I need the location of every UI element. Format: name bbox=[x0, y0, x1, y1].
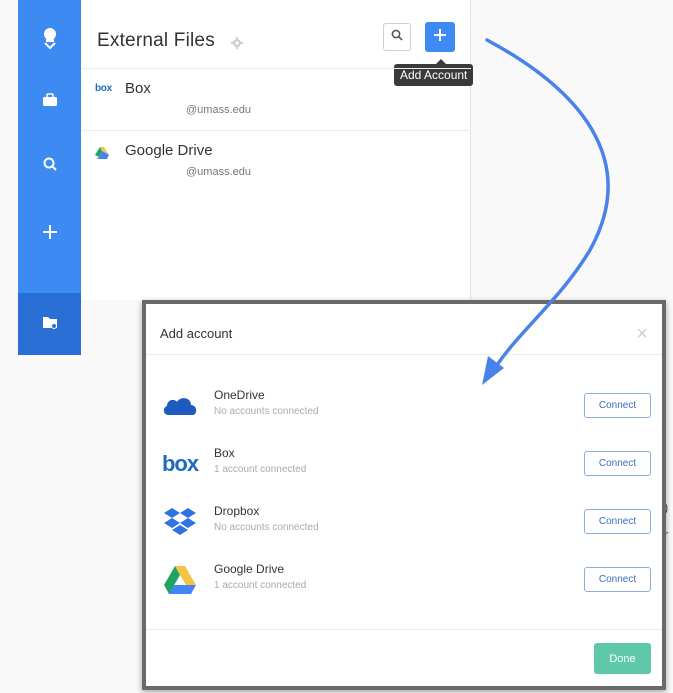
external-files-panel: External Files Add Account box Box @umas… bbox=[81, 0, 474, 300]
divider bbox=[146, 354, 662, 355]
gear-icon[interactable] bbox=[231, 36, 243, 54]
account-status: No accounts connected bbox=[214, 406, 319, 417]
connect-onedrive-button[interactable]: Connect bbox=[584, 393, 651, 418]
sidebar-search-button[interactable] bbox=[18, 146, 81, 186]
account-status: 1 account connected bbox=[214, 580, 307, 591]
account-status: No accounts connected bbox=[214, 522, 319, 533]
screenshot-stage: External Files Add Account box Box @umas… bbox=[0, 0, 673, 693]
account-name: OneDrive bbox=[214, 388, 265, 402]
page-title: External Files bbox=[97, 30, 215, 51]
add-account-modal: Add account × OneDrive No accounts conne… bbox=[142, 300, 666, 690]
search-icon bbox=[43, 157, 57, 176]
connect-google-drive-button[interactable]: Connect bbox=[584, 567, 651, 592]
file-source-account: @umass.edu bbox=[186, 104, 251, 116]
account-status: 1 account connected bbox=[214, 464, 307, 475]
plus-icon bbox=[42, 224, 58, 245]
search-files-button[interactable] bbox=[383, 23, 411, 51]
connect-dropbox-button[interactable]: Connect bbox=[584, 509, 651, 534]
done-button[interactable]: Done bbox=[594, 643, 651, 674]
sidebar-profile-button[interactable] bbox=[18, 20, 81, 60]
file-source-name: Box bbox=[125, 80, 151, 97]
sidebar-add-button[interactable] bbox=[18, 214, 81, 254]
briefcase-icon bbox=[42, 92, 58, 112]
account-name: Dropbox bbox=[214, 504, 260, 518]
google-drive-icon bbox=[95, 146, 109, 164]
connect-box-button[interactable]: Connect bbox=[584, 451, 651, 476]
box-logo: box bbox=[160, 444, 200, 484]
dropbox-icon bbox=[160, 502, 200, 542]
file-source-name: Google Drive bbox=[125, 142, 213, 159]
file-source-account: @umass.edu bbox=[186, 166, 251, 178]
sidebar-files-button[interactable] bbox=[18, 293, 81, 355]
folder-icon bbox=[42, 315, 58, 334]
box-logo-icon: box bbox=[95, 83, 112, 94]
account-name: Google Drive bbox=[214, 562, 285, 576]
onedrive-icon bbox=[160, 386, 200, 426]
box-logo-text: box bbox=[161, 451, 199, 476]
close-icon[interactable]: × bbox=[636, 324, 648, 344]
account-row-dropbox: Dropbox No accounts connected Connect bbox=[146, 494, 662, 552]
account-row-google-drive: Google Drive 1 account connected Connect bbox=[146, 552, 662, 610]
account-row-onedrive: OneDrive No accounts connected Connect bbox=[146, 378, 662, 436]
google-drive-icon bbox=[160, 560, 200, 600]
sidebar-briefcase-button[interactable] bbox=[18, 82, 81, 122]
account-row-box: box Box 1 account connected Connect bbox=[146, 436, 662, 494]
search-icon bbox=[391, 28, 403, 46]
add-account-button[interactable] bbox=[425, 22, 455, 52]
file-source-row-google-drive[interactable]: Google Drive @umass.edu bbox=[81, 130, 471, 192]
user-avatar-icon bbox=[41, 27, 59, 54]
plus-icon bbox=[433, 28, 447, 47]
sidebar bbox=[18, 0, 81, 355]
file-source-row-box[interactable]: box Box @umass.edu bbox=[81, 68, 471, 130]
account-name: Box bbox=[214, 446, 235, 460]
modal-title: Add account bbox=[160, 326, 233, 341]
divider bbox=[146, 629, 662, 630]
